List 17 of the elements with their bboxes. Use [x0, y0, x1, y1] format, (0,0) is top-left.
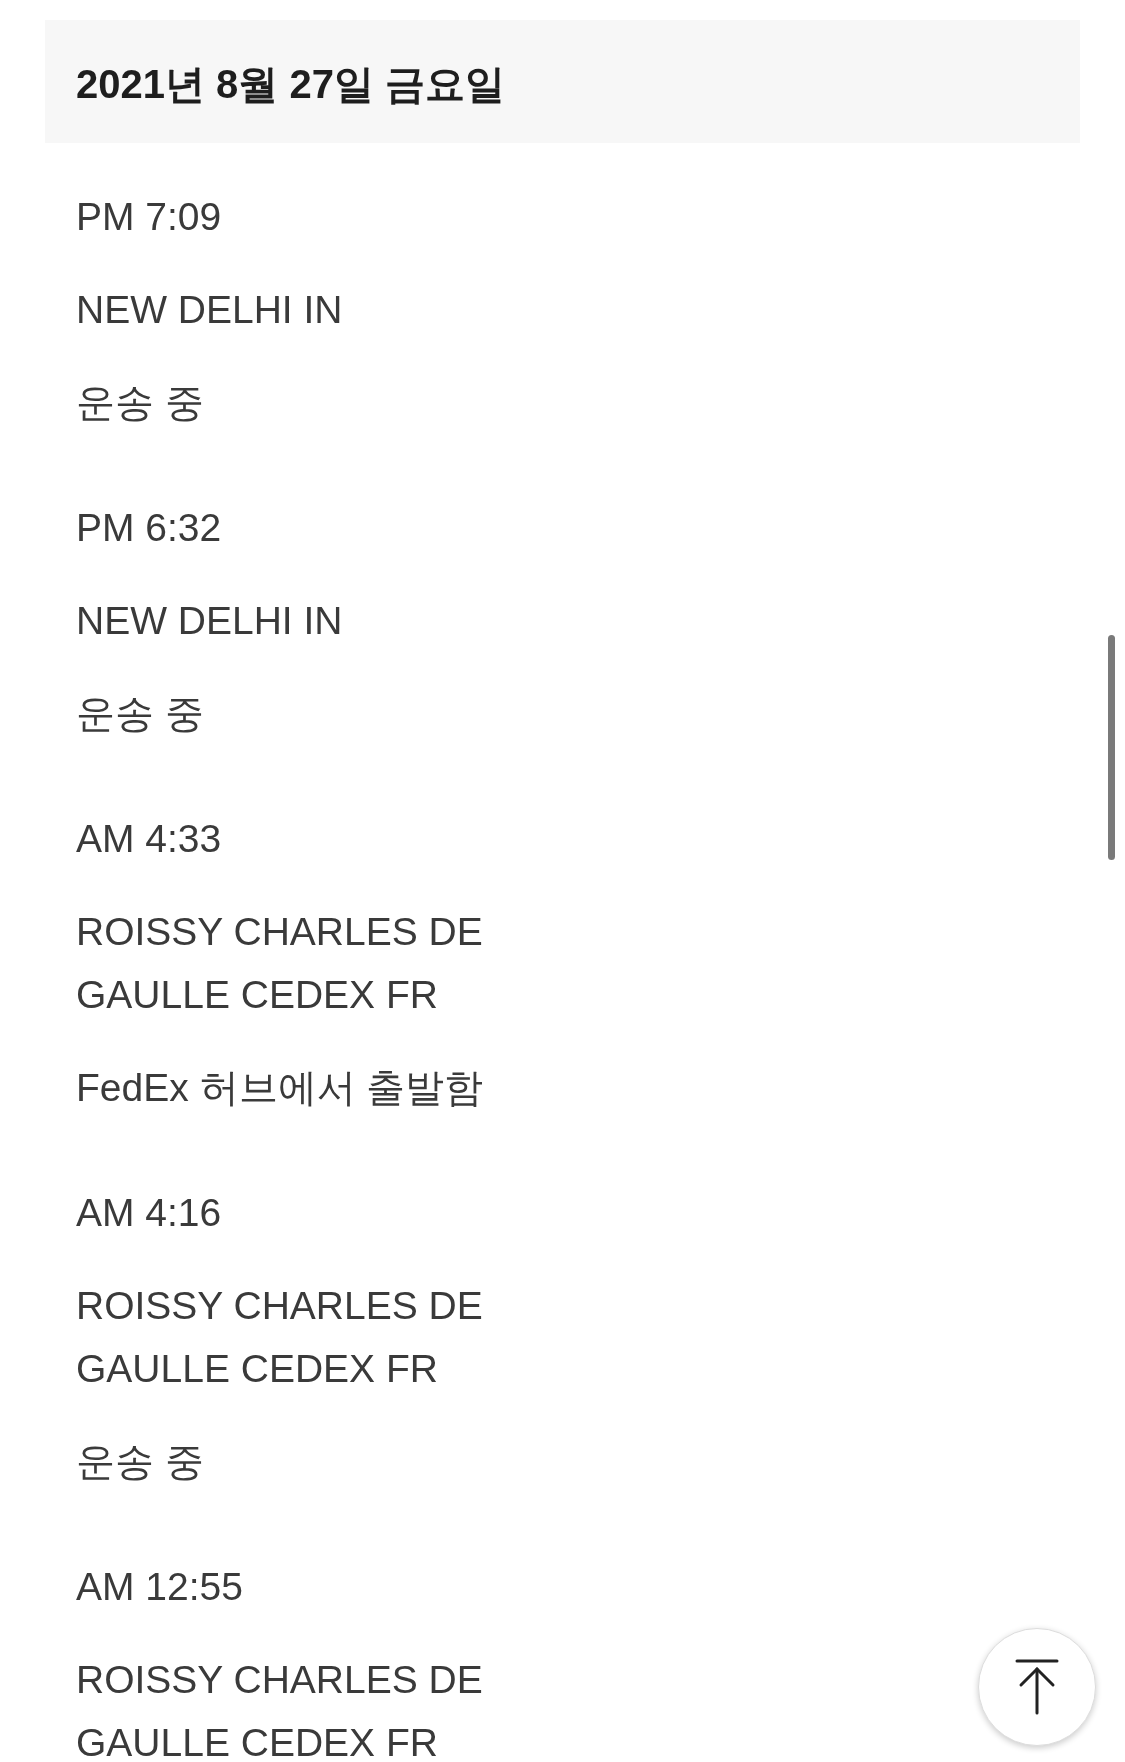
event-location: ROISSY CHARLES DE GAULLE CEDEX FR — [76, 909, 484, 1018]
event-time: AM 4:16 — [76, 1190, 223, 1236]
date-heading: 2021년 8월 27일 금요일 — [76, 61, 506, 108]
scrollbar-thumb[interactable] — [1108, 635, 1115, 860]
event-time: PM 7:09 — [76, 194, 223, 240]
event-status: FedEx 허브에서 출발함 — [76, 1065, 485, 1111]
event-status: 운송 중 — [76, 380, 205, 426]
scroll-to-top-button[interactable] — [978, 1628, 1096, 1746]
event-time: PM 6:32 — [76, 505, 223, 551]
event-location: NEW DELHI IN — [76, 287, 344, 333]
event-location: ROISSY CHARLES DE GAULLE CEDEX FR — [76, 1657, 484, 1762]
event-time: AM 4:33 — [76, 816, 223, 862]
event-location: NEW DELHI IN — [76, 598, 344, 644]
event-status: 운송 중 — [76, 1439, 205, 1485]
event-time: AM 12:55 — [76, 1564, 244, 1610]
event-location: ROISSY CHARLES DE GAULLE CEDEX FR — [76, 1283, 484, 1392]
event-status: 운송 중 — [76, 691, 205, 737]
